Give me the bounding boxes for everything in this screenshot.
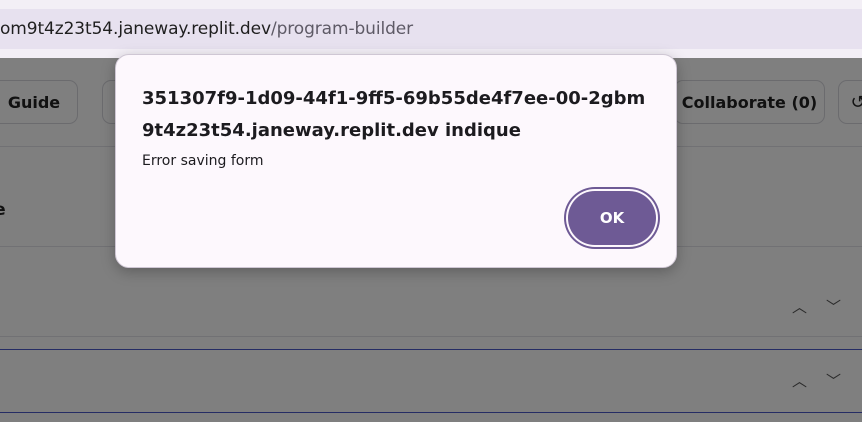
ok-button[interactable]: OK [568, 191, 656, 245]
url-host: om9t4z23t54.janeway.replit.dev [0, 19, 271, 39]
alert-dialog: 351307f9-1d09-44f1-9ff5-69b55de4f7ee-00-… [115, 54, 677, 268]
dialog-title: 351307f9-1d09-44f1-9ff5-69b55de4f7ee-00-… [142, 88, 646, 141]
ok-button-label: OK [599, 209, 625, 227]
browser-address-bar: om9t4z23t54.janeway.replit.dev/program-b… [0, 0, 862, 58]
url-text[interactable]: om9t4z23t54.janeway.replit.dev/program-b… [0, 19, 413, 39]
dialog-message: Error saving form [142, 153, 264, 169]
url-path: /program-builder [270, 19, 414, 39]
